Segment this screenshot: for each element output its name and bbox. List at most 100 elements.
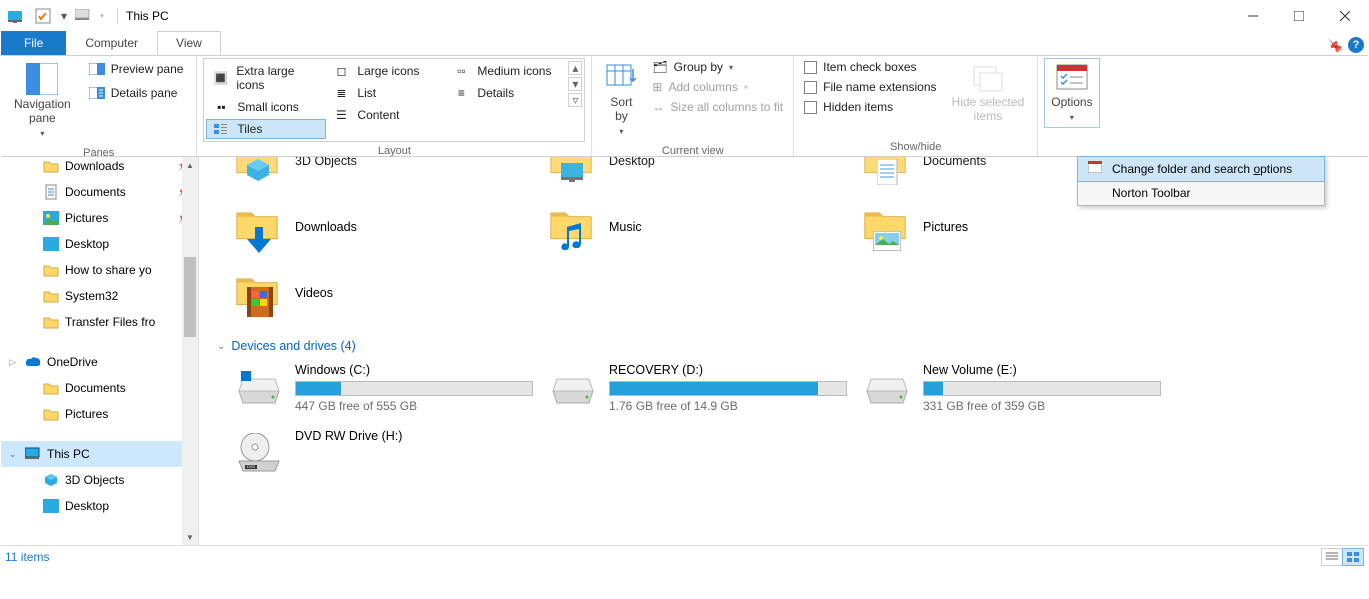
nav-this-pc[interactable]: ⌄This PC	[1, 441, 198, 467]
svg-text:DVD: DVD	[247, 464, 256, 469]
layout-medium[interactable]: ▫▫Medium icons	[446, 61, 566, 81]
section-header-drives[interactable]: ⌄ Devices and drives (4)	[199, 331, 1368, 359]
change-folder-options[interactable]: Change folder and search options	[1077, 156, 1325, 182]
add-columns-button: ⊞Add columns ▾	[648, 78, 787, 96]
group-by-button[interactable]: 🗂Group by ▾	[648, 58, 787, 76]
nav-label: OneDrive	[47, 355, 98, 369]
status-bar: 11 items	[1, 545, 1368, 567]
nav-item[interactable]: Downloads📌	[1, 157, 198, 179]
dvd-drive-icon: DVD	[235, 429, 283, 477]
layout-content[interactable]: ☰Content	[326, 105, 446, 125]
sort-by-button[interactable]: Sort by▾	[598, 58, 644, 142]
layout-list[interactable]: ≣List	[326, 83, 446, 103]
nav-item[interactable]: Desktop	[1, 231, 198, 257]
drive-tile[interactable]: DVDDVD RW Drive (H:)	[227, 425, 541, 481]
file-name-extensions[interactable]: File name extensions	[800, 78, 940, 96]
tile-label: Videos	[295, 286, 333, 300]
norton-toolbar-label: Norton Toolbar	[1112, 186, 1191, 200]
pictures-icon	[863, 203, 911, 251]
tab-computer[interactable]: Computer	[66, 31, 157, 55]
nav-item[interactable]: Pictures	[1, 401, 198, 427]
hdd-drive-icon	[549, 363, 597, 411]
nav-item[interactable]: 3D Objects	[1, 467, 198, 493]
layout-gallery[interactable]: 🔳Extra large icons ▪▪Small icons Tiles ◻…	[203, 58, 585, 142]
layout-small[interactable]: ▪▪Small icons	[206, 97, 326, 117]
folder-tile[interactable]: Downloads	[227, 199, 541, 255]
drive-name: RECOVERY (D:)	[609, 363, 847, 377]
tile-label: Pictures	[923, 220, 968, 234]
norton-toolbar[interactable]: Norton Toolbar	[1078, 181, 1324, 205]
layout-scroll-down[interactable]: ▾	[568, 77, 582, 91]
3d-icon	[235, 157, 283, 185]
nav-item[interactable]: Desktop	[1, 493, 198, 519]
tile-label: Documents	[923, 157, 986, 168]
drive-tile[interactable]: Windows (C:)447 GB free of 555 GB	[227, 359, 541, 417]
hdd-drive-icon	[863, 363, 911, 411]
music-icon	[549, 203, 597, 251]
drive-tile[interactable]: RECOVERY (D:) 1.76 GB free of 14.9 GB	[541, 359, 855, 417]
nav-item[interactable]: Transfer Files fro	[1, 309, 198, 335]
folder-tile[interactable]: Pictures	[855, 199, 1169, 255]
qat-dropdown-icon[interactable]: ▾	[57, 6, 71, 26]
chevron-down-icon: ⌄	[217, 341, 225, 352]
nav-item[interactable]: System32	[1, 283, 198, 309]
title-dropdown-icon[interactable]: ▾	[95, 6, 109, 26]
docs-icon	[863, 157, 911, 185]
drive-stat: 1.76 GB free of 14.9 GB	[609, 399, 847, 413]
tab-file[interactable]: File	[1, 31, 66, 55]
group-options: Options▾	[1038, 56, 1105, 156]
preview-pane-button[interactable]: Preview pane	[82, 58, 191, 80]
drive-bar	[609, 381, 847, 396]
group-layout: 🔳Extra large icons ▪▪Small icons Tiles ◻…	[197, 56, 592, 156]
doc-icon	[43, 184, 59, 200]
scroll-thumb[interactable]	[184, 257, 196, 337]
layout-expand[interactable]: ▿	[568, 93, 582, 107]
hidden-items[interactable]: Hidden items	[800, 98, 940, 116]
minimize-button[interactable]	[1230, 1, 1276, 31]
view-details-button[interactable]	[1321, 548, 1343, 566]
options-button[interactable]: Options▾	[1044, 58, 1099, 128]
layout-large[interactable]: ◻Large icons	[326, 61, 446, 81]
layout-scroll-up[interactable]: ▴	[568, 61, 582, 75]
nav-label: Desktop	[65, 237, 109, 251]
scroll-up-icon[interactable]: ▲	[182, 157, 198, 173]
layout-tiles[interactable]: Tiles	[206, 119, 326, 139]
close-button[interactable]	[1322, 1, 1368, 31]
layout-details[interactable]: ≡Details	[446, 83, 566, 103]
help-icon[interactable]: ?	[1348, 37, 1364, 53]
folder-tile[interactable]: Videos	[227, 265, 541, 321]
pc-mini-icon	[73, 6, 93, 26]
title-bar: ▾ ▾ This PC	[1, 1, 1368, 31]
nav-scrollbar[interactable]: ▲ ▼	[182, 157, 198, 545]
nav-item[interactable]: Documents📌	[1, 179, 198, 205]
body: Downloads📌Documents📌Pictures📌 Desktop How …	[1, 157, 1368, 545]
group-label-options	[1044, 138, 1099, 156]
navigation-pane-button[interactable]: Navigation pane▾	[7, 58, 78, 144]
properties-icon[interactable]	[31, 6, 55, 26]
nav-onedrive[interactable]: ▷OneDrive	[1, 349, 198, 375]
nav-label: Pictures	[65, 407, 108, 421]
pc-icon	[25, 446, 41, 462]
scroll-down-icon[interactable]: ▼	[182, 529, 198, 545]
folder-tile[interactable]: Desktop	[541, 157, 855, 189]
folder-icon	[43, 380, 59, 396]
nav-label: This PC	[47, 447, 90, 461]
tab-view[interactable]: View	[157, 31, 221, 55]
group-current-view: Sort by▾ 🗂Group by ▾ ⊞Add columns ▾ ↔Siz…	[592, 56, 794, 156]
nav-item[interactable]: Pictures📌	[1, 205, 198, 231]
nav-label: Transfer Files fro	[65, 315, 155, 329]
navigation-tree[interactable]: Downloads📌Documents📌Pictures📌 Desktop How …	[1, 157, 199, 545]
folder-tile[interactable]: 3D Objects	[227, 157, 541, 189]
details-pane-button[interactable]: Details pane	[82, 82, 191, 104]
minimize-ribbon-icon[interactable]: 📌	[1328, 38, 1342, 52]
drive-tile[interactable]: New Volume (E:)331 GB free of 359 GB	[855, 359, 1169, 417]
nav-item[interactable]: Documents	[1, 375, 198, 401]
item-check-boxes[interactable]: Item check boxes	[800, 58, 940, 76]
maximize-button[interactable]	[1276, 1, 1322, 31]
layout-extra-large[interactable]: 🔳Extra large icons	[206, 61, 326, 95]
ribbon-tabs: File Computer View 📌 ?	[1, 31, 1368, 55]
folder-tile[interactable]: Music	[541, 199, 855, 255]
nav-item[interactable]: How to share yo	[1, 257, 198, 283]
desktop-icon	[549, 157, 597, 185]
view-tiles-button[interactable]	[1342, 548, 1364, 566]
